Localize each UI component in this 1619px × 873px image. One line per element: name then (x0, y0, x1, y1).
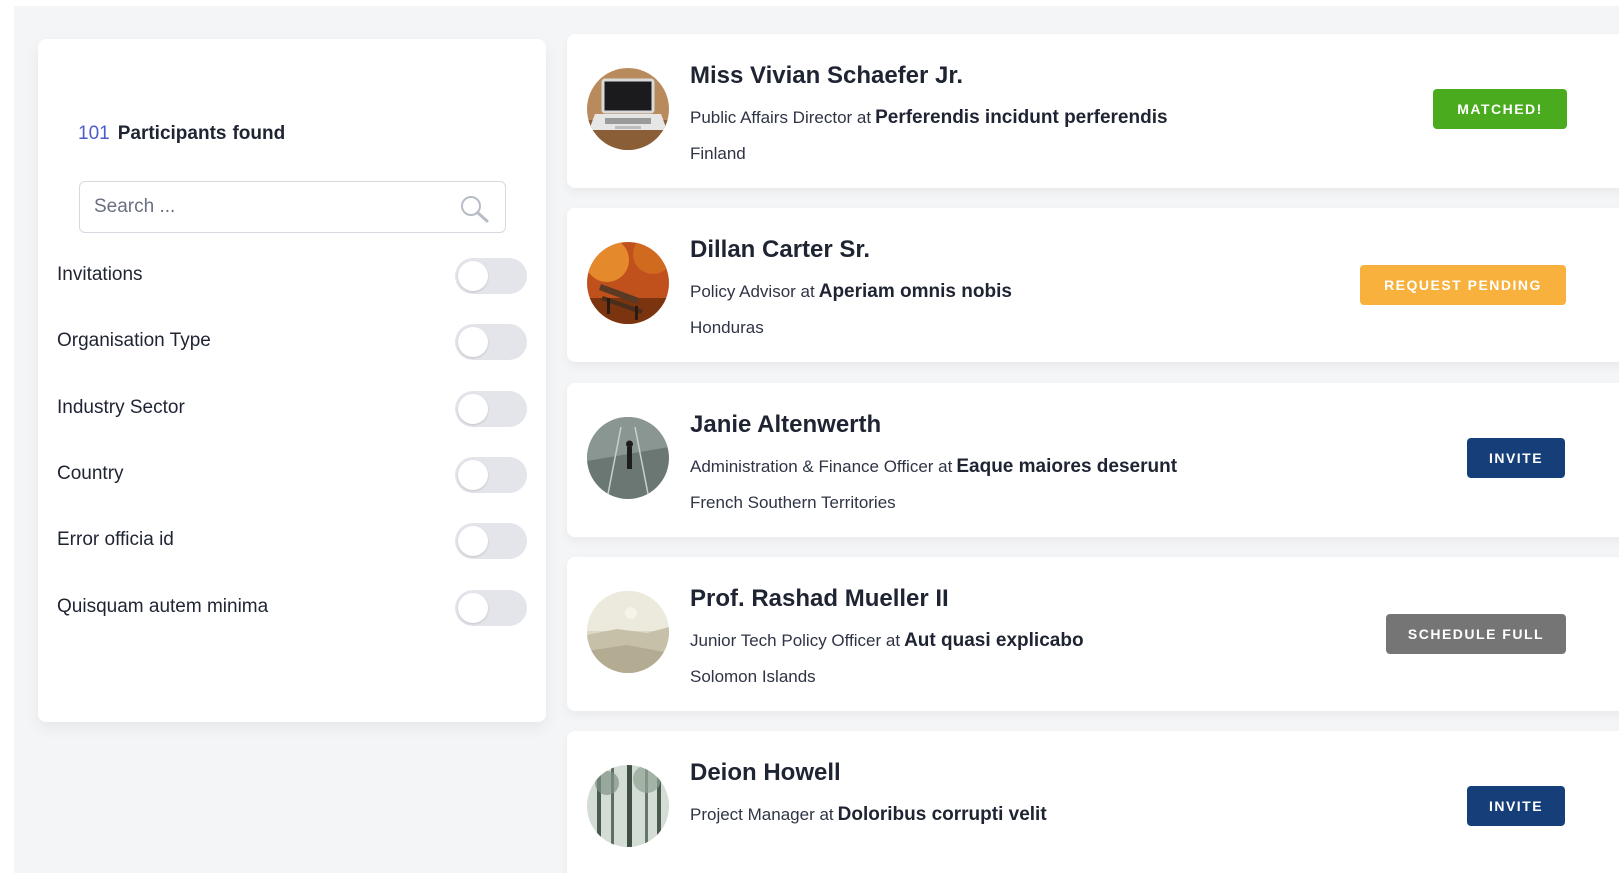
filter-invitations: Invitations (57, 256, 527, 296)
participant-organisation[interactable]: Eaque maiores deserunt (956, 456, 1177, 477)
participant-organisation[interactable]: Aut quasi explicabo (904, 630, 1083, 651)
participant-country: Finland (690, 144, 746, 163)
filter-toggle-error-officia-id[interactable] (455, 523, 527, 559)
avatar (587, 68, 669, 150)
toggle-knob (458, 327, 488, 357)
page-frame: 101 Participantsfound Invitations Organis… (14, 6, 1619, 873)
search-input[interactable] (94, 182, 454, 231)
participant-organisation[interactable]: Perferendis incidunt perferendis (875, 107, 1167, 128)
filter-toggle-quisquam-autem-minima[interactable] (455, 590, 527, 626)
invite-button[interactable]: INVITE (1467, 438, 1565, 478)
participant-role: Junior Tech Policy Officer at Aut quasi e… (690, 630, 1084, 652)
participant-name[interactable]: Deion Howell (690, 759, 841, 787)
participant-title: Public Affairs Director at (690, 108, 872, 127)
filter-toggle-organisation-type[interactable] (455, 324, 527, 360)
participant-name[interactable]: Prof. Rashad Mueller II (690, 585, 949, 613)
participant-role: Policy Advisor at Aperiam omnis nobis (690, 281, 1012, 303)
filter-toggle-industry-sector[interactable] (455, 391, 527, 427)
participant-title: Policy Advisor at (690, 282, 815, 301)
forest-photo-icon (587, 765, 669, 847)
filter-label: Industry Sector (57, 397, 185, 418)
filter-industry-sector: Industry Sector (57, 389, 527, 429)
participant-card[interactable]: Janie Altenwerth Administration & Financ… (567, 383, 1619, 537)
toggle-knob (458, 526, 488, 556)
filter-label: Country (57, 463, 124, 484)
avatar (587, 591, 669, 673)
participant-name[interactable]: Miss Vivian Schaefer Jr. (690, 62, 963, 90)
participant-role: Project Manager at Doloribus corrupti vel… (690, 804, 1047, 826)
results-count: 101 Participants found (78, 123, 285, 145)
filter-label: Quisquam autem minima (57, 596, 269, 617)
search-box (79, 181, 506, 233)
filter-label: Invitations (57, 264, 143, 285)
status-schedule-full-button[interactable]: SCHEDULE FULL (1386, 614, 1566, 654)
results-label-found: found (232, 123, 286, 144)
filter-toggle-invitations[interactable] (455, 258, 527, 294)
laptop-photo-icon (587, 68, 669, 150)
participant-country: Honduras (690, 318, 764, 337)
avatar (587, 417, 669, 499)
status-request-pending-button[interactable]: REQUEST PENDING (1360, 265, 1566, 305)
participant-title: Project Manager at (690, 805, 834, 824)
invite-button[interactable]: INVITE (1467, 786, 1565, 826)
filter-error-officia-id: Error officia id (57, 521, 527, 561)
participant-role: Administration & Finance Officer at Eaque… (690, 456, 1177, 478)
participant-card[interactable]: Dillan Carter Sr. Policy Advisor at Aperi… (567, 208, 1619, 362)
participant-organisation[interactable]: Aperiam omnis nobis (819, 281, 1012, 302)
filter-sidebar: 101 Participantsfound Invitations Organis… (38, 39, 546, 722)
search-icon[interactable] (459, 194, 491, 224)
participant-card[interactable]: Miss Vivian Schaefer Jr. Public Affairs … (567, 34, 1619, 188)
filter-label: Organisation Type (57, 330, 211, 351)
participant-country: French Southern Territories (690, 493, 896, 512)
foggy-landscape-photo-icon (587, 591, 669, 673)
toggle-knob (458, 394, 488, 424)
participant-title: Administration & Finance Officer at (690, 457, 953, 476)
participant-organisation[interactable]: Doloribus corrupti velit (838, 804, 1047, 825)
filter-country: Country (57, 455, 527, 495)
bench-autumn-photo-icon (587, 242, 669, 324)
filter-organisation-type: Organisation Type (57, 322, 527, 362)
results-label-participants: Participants (117, 123, 227, 144)
filter-quisquam-autem-minima: Quisquam autem minima (57, 588, 527, 628)
avatar (587, 765, 669, 847)
participant-title: Junior Tech Policy Officer at (690, 631, 901, 650)
participant-role: Public Affairs Director at Perferendis in… (690, 107, 1168, 129)
avatar (587, 242, 669, 324)
status-matched-button[interactable]: MATCHED! (1433, 89, 1567, 129)
participant-country: Solomon Islands (690, 667, 816, 686)
participant-card[interactable]: Prof. Rashad Mueller II Junior Tech Poli… (567, 557, 1619, 711)
participant-name[interactable]: Dillan Carter Sr. (690, 236, 870, 264)
results-number: 101 (78, 123, 110, 144)
filter-label: Error officia id (57, 529, 174, 550)
filter-toggle-country[interactable] (455, 457, 527, 493)
participant-name[interactable]: Janie Altenwerth (690, 411, 881, 439)
road-walker-photo-icon (587, 417, 669, 499)
toggle-knob (458, 460, 488, 490)
toggle-knob (458, 261, 488, 291)
participant-card[interactable]: Deion Howell Project Manager at Doloribus… (567, 731, 1619, 873)
toggle-knob (458, 593, 488, 623)
